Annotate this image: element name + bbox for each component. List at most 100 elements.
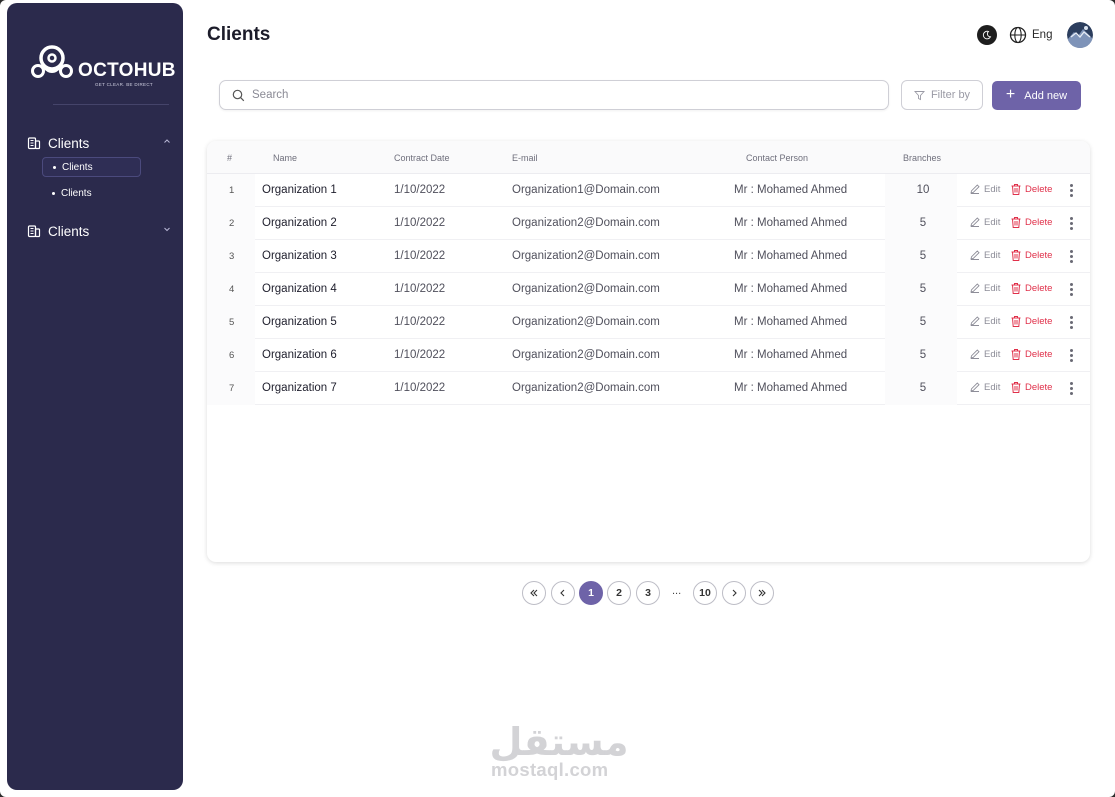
edit-button[interactable]: Edit <box>969 348 1000 360</box>
theme-toggle-button[interactable] <box>977 25 997 45</box>
more-options-icon[interactable] <box>1070 250 1074 264</box>
table-row[interactable]: 4 Organization 4 1/10/2022 Organization2… <box>207 273 1090 306</box>
moon-icon <box>982 30 992 40</box>
row-contract-date: 1/10/2022 <box>394 250 446 262</box>
page-button-2[interactable]: 2 <box>607 581 631 605</box>
edit-button[interactable]: Edit <box>969 183 1000 195</box>
row-branches: 5 <box>919 283 927 295</box>
row-branches: 5 <box>919 217 927 229</box>
chevrons-right-icon <box>758 589 766 597</box>
logo-wordmark: OCTOHUB <box>78 60 176 81</box>
edit-label: Edit <box>984 381 1001 393</box>
octohub-logo[interactable]: OCTOHUB GET CLEAR. BE DIRECT <box>31 43 181 93</box>
delete-button[interactable]: Delete <box>1010 348 1052 361</box>
delete-button[interactable]: Delete <box>1010 183 1052 196</box>
table-row[interactable]: 7 Organization 7 1/10/2022 Organization2… <box>207 372 1090 405</box>
delete-button[interactable]: Delete <box>1010 381 1052 394</box>
sidebar-group-clients[interactable]: Clients <box>25 133 175 153</box>
sidebar-item-clients[interactable]: Clients <box>42 183 141 203</box>
row-index: 4 <box>229 284 235 295</box>
previous-page-button[interactable] <box>551 581 575 605</box>
table-row[interactable]: 6 Organization 6 1/10/2022 Organization2… <box>207 339 1090 372</box>
page-button-1[interactable]: 1 <box>579 581 603 605</box>
row-contact-person: Mr : Mohamed Ahmed <box>734 217 848 229</box>
edit-button[interactable]: Edit <box>969 249 1000 261</box>
table-row[interactable]: 2 Organization 2 1/10/2022 Organization2… <box>207 207 1090 240</box>
pencil-icon <box>970 250 980 260</box>
delete-label: Delete <box>1025 217 1053 228</box>
more-options-icon[interactable] <box>1070 382 1074 396</box>
column-header-contact-person[interactable]: Contact Person <box>746 153 808 163</box>
column-header-branches[interactable]: Branches <box>903 153 941 163</box>
row-contact-person: Mr : Mohamed Ahmed <box>734 250 848 262</box>
table-row[interactable]: 3 Organization 3 1/10/2022 Organization2… <box>207 240 1090 273</box>
row-name: Organization 6 <box>262 349 337 361</box>
first-page-button[interactable] <box>522 581 546 605</box>
edit-label: Edit <box>984 183 1001 195</box>
chevron-right-icon <box>732 589 737 597</box>
chevron-down-icon <box>164 227 170 232</box>
language-selector[interactable]: Eng <box>1009 22 1052 48</box>
row-contract-date: 1/10/2022 <box>394 349 446 361</box>
row-name: Organization 4 <box>262 283 337 295</box>
add-new-button[interactable]: + Add new <box>992 81 1081 110</box>
row-branches: 5 <box>919 349 927 361</box>
trash-icon <box>1011 316 1021 327</box>
last-page-button[interactable] <box>750 581 774 605</box>
row-contact-person: Mr : Mohamed Ahmed <box>734 349 848 361</box>
building-icon <box>27 137 41 150</box>
delete-button[interactable]: Delete <box>1010 216 1052 229</box>
search-input[interactable] <box>252 89 852 101</box>
table-row[interactable]: 5 Organization 5 1/10/2022 Organization2… <box>207 306 1090 339</box>
column-header-email[interactable]: E-mail <box>512 153 538 163</box>
trash-icon <box>1011 382 1021 393</box>
sidebar-item-clients[interactable]: Clients <box>42 157 141 177</box>
filter-label: Filter by <box>930 89 971 101</box>
pencil-icon <box>970 184 980 194</box>
pencil-icon <box>970 316 980 326</box>
sidebar-item-label: Clients <box>61 187 92 199</box>
row-email: Organization2@Domain.com <box>512 349 660 361</box>
sidebar-group-label: Clients <box>48 223 90 239</box>
more-options-icon[interactable] <box>1070 283 1074 297</box>
row-index: 2 <box>229 218 235 229</box>
sidebar-group-label: Clients <box>48 135 90 151</box>
pencil-icon <box>970 217 980 227</box>
edit-button[interactable]: Edit <box>969 381 1000 393</box>
delete-button[interactable]: Delete <box>1010 249 1052 262</box>
more-options-icon[interactable] <box>1070 349 1074 363</box>
table-row[interactable]: 1 Organization 1 1/10/2022 Organization1… <box>207 174 1090 207</box>
pencil-icon <box>970 349 980 359</box>
row-branches: 10 <box>916 184 930 196</box>
column-header-contract-date[interactable]: Contract Date <box>394 153 450 163</box>
row-name: Organization 3 <box>262 250 337 262</box>
edit-button[interactable]: Edit <box>969 216 1000 228</box>
more-options-icon[interactable] <box>1070 217 1074 231</box>
more-options-icon[interactable] <box>1070 316 1074 330</box>
row-contact-person: Mr : Mohamed Ahmed <box>734 382 848 394</box>
page-button-3[interactable]: 3 <box>636 581 660 605</box>
row-contact-person: Mr : Mohamed Ahmed <box>734 316 848 328</box>
filter-button[interactable]: Filter by <box>901 80 983 110</box>
next-page-button[interactable] <box>722 581 746 605</box>
more-options-icon[interactable] <box>1070 184 1074 198</box>
column-header-name[interactable]: Name <box>273 153 297 163</box>
edit-button[interactable]: Edit <box>969 282 1000 294</box>
language-label: Eng <box>1032 29 1053 41</box>
bullet-dot <box>53 165 56 169</box>
delete-button[interactable]: Delete <box>1010 315 1052 328</box>
trash-icon <box>1011 283 1021 294</box>
column-header-index[interactable]: # <box>227 153 232 163</box>
row-email: Organization1@Domain.com <box>512 184 660 196</box>
building-icon <box>27 225 41 238</box>
pencil-icon <box>970 283 980 293</box>
delete-button[interactable]: Delete <box>1010 282 1052 295</box>
search-box[interactable] <box>219 80 889 110</box>
edit-button[interactable]: Edit <box>969 315 1000 327</box>
page-button-10[interactable]: 10 <box>693 581 717 605</box>
delete-label: Delete <box>1025 250 1053 261</box>
sidebar-group-clients[interactable]: Clients <box>25 221 175 241</box>
trash-icon <box>1011 250 1021 261</box>
avatar[interactable] <box>1067 22 1093 48</box>
row-contact-person: Mr : Mohamed Ahmed <box>734 283 848 295</box>
